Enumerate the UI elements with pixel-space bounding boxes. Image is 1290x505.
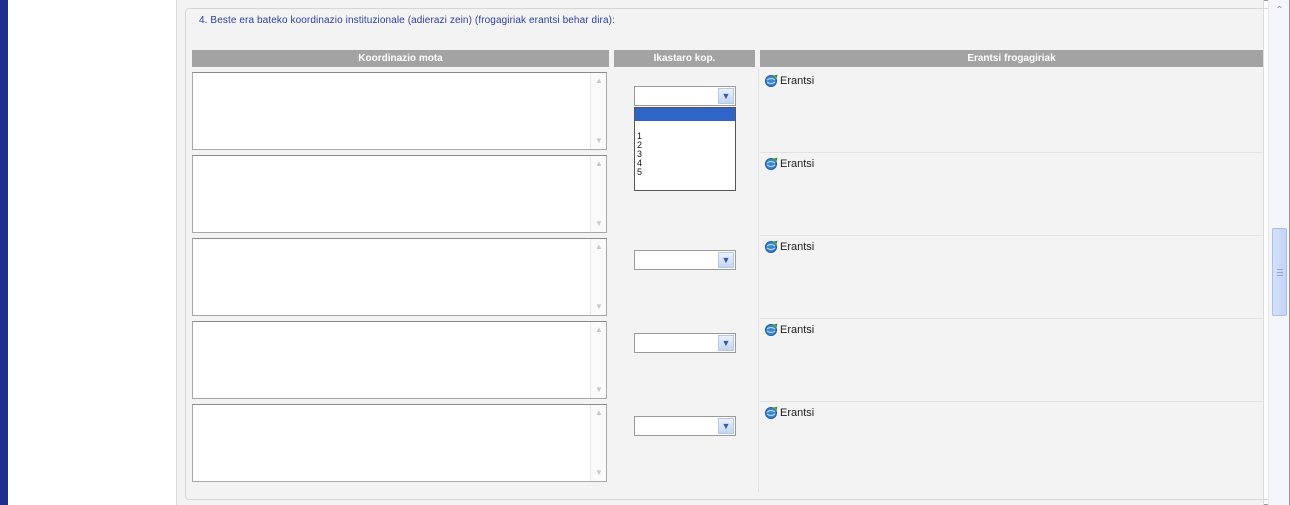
arrow-up-icon[interactable]: ▲ bbox=[594, 242, 604, 252]
ikastaro-kop-select-4[interactable]: ▼ bbox=[634, 333, 736, 353]
koordinazio-mota-textarea-1[interactable]: ▲ ▼ bbox=[192, 72, 607, 150]
page-scrollbar[interactable]: ⌃ bbox=[1268, 0, 1289, 505]
column-header-ikastaro-kop: Ikastaro kop. bbox=[614, 50, 755, 67]
dropdown-option-5[interactable]: 5 bbox=[635, 168, 735, 177]
column-header-koordinazio-mota: Koordinazio mota bbox=[192, 50, 609, 67]
attach-globe-icon bbox=[764, 240, 778, 254]
arrow-up-icon[interactable]: ▲ bbox=[594, 76, 604, 86]
column-header-erantsi-frogagiriak: Erantsi frogagiriak bbox=[760, 50, 1263, 67]
row-divider bbox=[760, 318, 1263, 319]
section-legend: 4. Beste era bateko koordinazio instituz… bbox=[196, 15, 618, 26]
erantsi-link-2[interactable]: Erantsi bbox=[764, 156, 814, 172]
ikastaro-kop-select-1[interactable]: ▼ bbox=[634, 86, 736, 106]
ikastaro-kop-select-3[interactable]: ▼ bbox=[634, 250, 736, 270]
arrow-up-icon[interactable]: ▲ bbox=[594, 408, 604, 418]
grip-line bbox=[1277, 272, 1283, 273]
erantsi-label: Erantsi bbox=[780, 75, 815, 87]
koordinazio-mota-textarea-2[interactable]: ▲ ▼ bbox=[192, 155, 607, 233]
arrow-down-icon[interactable]: ▼ bbox=[594, 219, 604, 229]
column-divider bbox=[758, 67, 759, 492]
erantsi-label: Erantsi bbox=[780, 324, 815, 336]
textarea-scrollbar[interactable]: ▲ ▼ bbox=[590, 405, 606, 481]
textarea-scrollbar[interactable]: ▲ ▼ bbox=[590, 239, 606, 315]
erantsi-link-3[interactable]: Erantsi bbox=[764, 239, 814, 255]
grip-line bbox=[1277, 269, 1283, 270]
chevron-down-icon[interactable]: ▼ bbox=[718, 335, 734, 351]
attach-globe-icon bbox=[764, 323, 778, 337]
left-accent-bar bbox=[0, 0, 8, 505]
dropdown-option-empty[interactable] bbox=[635, 108, 735, 121]
dropdown-option-spacer bbox=[635, 121, 735, 132]
row-divider bbox=[760, 401, 1263, 402]
row-divider bbox=[760, 235, 1263, 236]
dropdown-option-4[interactable]: 4 bbox=[635, 159, 735, 168]
chevron-down-icon[interactable]: ▼ bbox=[718, 252, 734, 268]
koordinazio-mota-textarea-3[interactable]: ▲ ▼ bbox=[192, 238, 607, 316]
erantsi-link-5[interactable]: Erantsi bbox=[764, 405, 814, 421]
erantsi-label: Erantsi bbox=[780, 158, 815, 170]
erantsi-link-4[interactable]: Erantsi bbox=[764, 322, 814, 338]
grip-line bbox=[1277, 275, 1283, 276]
ikastaro-kop-select-5[interactable]: ▼ bbox=[634, 416, 736, 436]
chevron-down-icon[interactable]: ▼ bbox=[718, 418, 734, 434]
dropdown-option-2[interactable]: 2 bbox=[635, 141, 735, 150]
erantsi-label: Erantsi bbox=[780, 407, 815, 419]
dropdown-option-1[interactable]: 1 bbox=[635, 132, 735, 141]
chevron-down-icon[interactable]: ▼ bbox=[718, 88, 734, 104]
arrow-down-icon[interactable]: ▼ bbox=[594, 136, 604, 146]
left-gutter bbox=[8, 0, 176, 505]
arrow-down-icon[interactable]: ▼ bbox=[594, 468, 604, 478]
attach-globe-icon bbox=[764, 157, 778, 171]
attach-globe-icon bbox=[764, 406, 778, 420]
erantsi-link-1[interactable]: Erantsi bbox=[764, 73, 814, 89]
erantsi-label: Erantsi bbox=[780, 241, 815, 253]
arrow-up-icon[interactable]: ▲ bbox=[594, 325, 604, 335]
arrow-up-icon[interactable]: ▲ bbox=[594, 159, 604, 169]
dropdown-option-3[interactable]: 3 bbox=[635, 150, 735, 159]
ikastaro-kop-dropdown-list[interactable]: 1 2 3 4 5 bbox=[634, 107, 736, 191]
row-divider bbox=[760, 152, 1263, 153]
arrow-down-icon[interactable]: ▼ bbox=[594, 302, 604, 312]
textarea-scrollbar[interactable]: ▲ ▼ bbox=[590, 322, 606, 398]
scrollbar-thumb[interactable] bbox=[1272, 228, 1287, 316]
arrow-down-icon[interactable]: ▼ bbox=[594, 385, 604, 395]
attach-globe-icon bbox=[764, 74, 778, 88]
koordinazio-mota-textarea-5[interactable]: ▲ ▼ bbox=[192, 404, 607, 482]
koordinazio-mota-textarea-4[interactable]: ▲ ▼ bbox=[192, 321, 607, 399]
chevron-up-icon[interactable]: ⌃ bbox=[1272, 3, 1287, 18]
textarea-scrollbar[interactable]: ▲ ▼ bbox=[590, 156, 606, 232]
textarea-scrollbar[interactable]: ▲ ▼ bbox=[590, 73, 606, 149]
